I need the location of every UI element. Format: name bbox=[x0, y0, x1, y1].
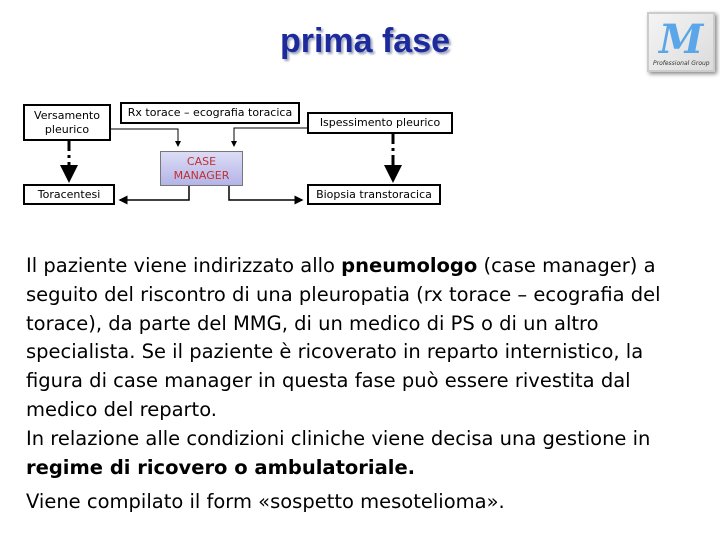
arrow-cm-biopsia bbox=[228, 185, 304, 205]
body-text: Il paziente viene indirizzato allo pneum… bbox=[26, 252, 706, 517]
arrow-cm-toracentesi bbox=[118, 185, 190, 205]
box-toracentesi: Toracentesi bbox=[23, 184, 115, 205]
box-ispessimento-pleurico: Ispessimento pleurico bbox=[307, 112, 453, 134]
box-versamento-pleurico: Versamento pleurico bbox=[23, 104, 111, 141]
text: (case manager) a seguito del riscontro d… bbox=[26, 254, 661, 421]
arrow-versamento-cm bbox=[110, 128, 181, 147]
arrow-ispessimento-cm bbox=[231, 127, 307, 147]
paragraph-3: Viene compilato il form «sospetto mesote… bbox=[26, 490, 505, 514]
text: Il paziente viene indirizzato allo bbox=[26, 254, 342, 277]
paragraph-2: In relazione alle condizioni cliniche vi… bbox=[26, 425, 706, 483]
paragraph-1: Il paziente viene indirizzato allo pneum… bbox=[26, 252, 706, 425]
bold-text: pneumologo bbox=[341, 254, 478, 277]
box-case-manager: CASE MANAGER bbox=[160, 151, 243, 186]
bold-text: regime di ricovero o ambulatoriale. bbox=[26, 455, 416, 479]
box-biopsia-transtoracica: Biopsia transtoracica bbox=[307, 184, 441, 205]
text: In relazione alle condizioni cliniche vi… bbox=[26, 426, 651, 450]
box-rx-torace: Rx torace – ecografia toracica bbox=[120, 102, 300, 124]
